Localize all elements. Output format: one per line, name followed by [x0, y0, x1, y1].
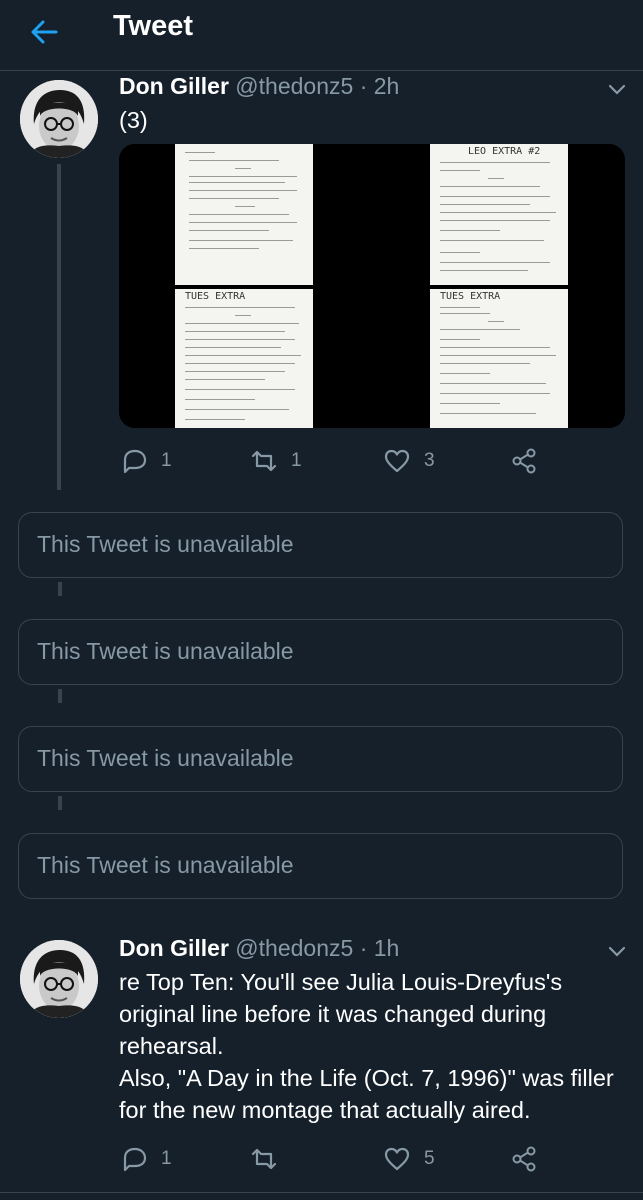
- retweet-icon: [251, 1148, 277, 1170]
- thread-connector: [58, 582, 62, 596]
- separator-dot: ·: [359, 935, 368, 961]
- document-page-image: LEO EXTRA #2: [430, 144, 568, 285]
- tweet-text: (3): [119, 107, 148, 133]
- thread-line: [57, 164, 61, 490]
- reply-count: 1: [161, 1148, 172, 1169]
- share-button[interactable]: [509, 444, 539, 478]
- like-count: 3: [424, 450, 435, 471]
- page-heading: LEO EXTRA #2: [468, 146, 541, 157]
- retweet-button[interactable]: [249, 1142, 291, 1176]
- heart-icon: [384, 1147, 410, 1171]
- media-image[interactable]: TUES EXTRA: [374, 289, 625, 428]
- unavailable-text: This Tweet is unavailable: [37, 745, 294, 771]
- top-bar: Tweet: [0, 0, 643, 71]
- media-image[interactable]: [119, 144, 370, 285]
- timestamp[interactable]: 2h: [374, 73, 400, 99]
- unavailable-tweet: This Tweet is unavailable: [18, 512, 623, 578]
- like-button[interactable]: 5: [382, 1142, 435, 1176]
- author-handle[interactable]: @thedonz5: [235, 73, 353, 99]
- reply-button[interactable]: 1: [119, 444, 172, 478]
- share-icon: [512, 448, 536, 474]
- author-name[interactable]: Don Giller: [119, 935, 229, 961]
- media-image[interactable]: LEO EXTRA #2: [374, 144, 625, 285]
- unavailable-tweet: This Tweet is unavailable: [18, 619, 623, 685]
- unavailable-text: This Tweet is unavailable: [37, 531, 294, 557]
- thread-connector: [58, 796, 62, 810]
- tweet-actions: 1 1 3: [119, 444, 625, 478]
- document-page-image: TUES EXTRA: [175, 289, 313, 428]
- unavailable-tweet: This Tweet is unavailable: [18, 726, 623, 792]
- share-button[interactable]: [509, 1142, 539, 1176]
- media-grid[interactable]: LEO EXTRA #2 TUES EXTRA TUES EXTRA: [119, 144, 625, 428]
- bottom-divider: [0, 1192, 643, 1193]
- arrow-left-icon[interactable]: [26, 14, 62, 50]
- unavailable-text: This Tweet is unavailable: [37, 852, 294, 878]
- retweet-button[interactable]: 1: [249, 444, 302, 478]
- reply-button[interactable]: 1: [119, 1142, 172, 1176]
- unavailable-tweet: This Tweet is unavailable: [18, 833, 623, 899]
- media-image[interactable]: TUES EXTRA: [119, 289, 370, 428]
- page-title: Tweet: [113, 10, 194, 42]
- tweet-actions: 1 5: [119, 1142, 625, 1176]
- retweet-count: 1: [291, 450, 302, 471]
- document-page-image: [175, 144, 313, 285]
- like-count: 5: [424, 1148, 435, 1169]
- author-handle[interactable]: @thedonz5: [235, 935, 353, 961]
- tweet-header: Don Giller @thedonz5 · 2h: [119, 73, 399, 100]
- avatar[interactable]: [20, 940, 98, 1018]
- reply-icon: [123, 449, 147, 474]
- heart-icon: [384, 449, 410, 473]
- reply-icon: [123, 1147, 147, 1172]
- share-icon: [512, 1146, 536, 1172]
- like-button[interactable]: 3: [382, 444, 435, 478]
- author-name[interactable]: Don Giller: [119, 73, 229, 99]
- chevron-down-icon[interactable]: [605, 78, 629, 102]
- avatar[interactable]: [20, 80, 98, 158]
- separator-dot: ·: [359, 73, 368, 99]
- thread-connector: [58, 689, 62, 703]
- tweet-text: re Top Ten: You'll see Julia Louis-Dreyf…: [119, 969, 614, 1123]
- retweet-icon: [251, 450, 277, 472]
- page-heading: TUES EXTRA: [440, 291, 501, 302]
- timestamp[interactable]: 1h: [374, 935, 400, 961]
- unavailable-text: This Tweet is unavailable: [37, 638, 294, 664]
- chevron-down-icon[interactable]: [605, 940, 629, 964]
- document-page-image: TUES EXTRA: [430, 289, 568, 428]
- tweet-header: Don Giller @thedonz5 · 1h: [119, 935, 399, 962]
- page-heading: TUES EXTRA: [185, 291, 246, 302]
- reply-count: 1: [161, 450, 172, 471]
